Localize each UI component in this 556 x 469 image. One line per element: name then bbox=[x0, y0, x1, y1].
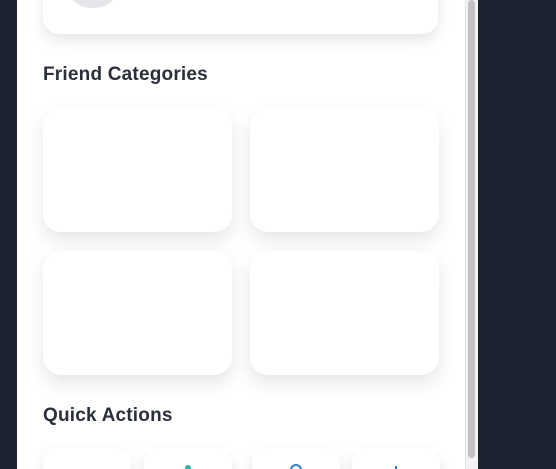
category-card-2[interactable] bbox=[250, 108, 439, 232]
chat-icon bbox=[290, 464, 302, 469]
quick-actions-title: Quick Actions bbox=[43, 405, 173, 426]
quick-action-2[interactable] bbox=[144, 448, 232, 469]
user-icon bbox=[185, 465, 191, 469]
category-card-4[interactable] bbox=[250, 251, 439, 375]
quick-action-1[interactable] bbox=[43, 448, 131, 469]
friend-categories-title: Friend Categories bbox=[43, 64, 208, 85]
category-card-3[interactable] bbox=[43, 251, 232, 375]
quick-action-3[interactable] bbox=[252, 448, 340, 469]
profile-card[interactable] bbox=[43, 0, 438, 34]
avatar bbox=[70, 0, 116, 8]
quick-action-4[interactable] bbox=[352, 448, 440, 469]
app-panel: Friend Categories Quick Actions bbox=[17, 0, 465, 469]
plus-icon bbox=[395, 466, 397, 469]
scrollbar-thumb[interactable] bbox=[468, 0, 475, 458]
category-card-1[interactable] bbox=[43, 108, 232, 232]
